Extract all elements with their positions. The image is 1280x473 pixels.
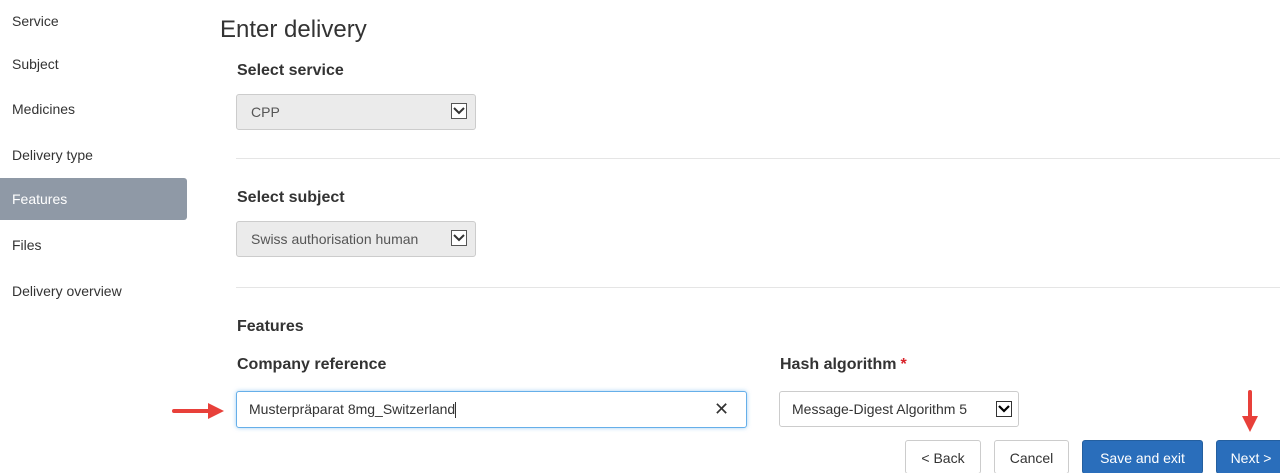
divider xyxy=(236,287,1280,288)
select-service-label: Select service xyxy=(237,62,344,79)
company-reference-value: Musterpräparat 8mg_Switzerland xyxy=(249,401,456,417)
service-select[interactable]: CPP xyxy=(236,94,476,130)
red-arrow-icon xyxy=(1242,390,1258,432)
chevron-down-icon xyxy=(451,230,467,246)
features-heading: Features xyxy=(237,318,304,335)
chevron-down-icon xyxy=(451,103,467,119)
sidebar-item-features[interactable]: Features xyxy=(0,178,187,220)
save-and-exit-button[interactable]: Save and exit xyxy=(1082,440,1203,473)
chevron-down-icon xyxy=(996,401,1012,417)
text-cursor xyxy=(455,402,457,419)
sidebar-item-medicines[interactable]: Medicines xyxy=(0,88,187,130)
sidebar-item-delivery-overview[interactable]: Delivery overview xyxy=(0,270,187,312)
company-reference-label: Company reference xyxy=(237,356,387,373)
select-subject-label: Select subject xyxy=(237,189,345,206)
hash-algorithm-label-text: Hash algorithm xyxy=(780,356,897,373)
hash-algorithm-select[interactable]: Message-Digest Algorithm 5 xyxy=(779,391,1019,427)
hash-algorithm-value: Message-Digest Algorithm 5 xyxy=(792,401,968,417)
page: Service Subject Medicines Delivery type … xyxy=(0,0,1280,473)
subject-select-value: Swiss authorisation human xyxy=(251,231,419,247)
sidebar-item-subject[interactable]: Subject xyxy=(0,43,187,85)
next-button[interactable]: Next > xyxy=(1216,440,1280,473)
sidebar-item-service[interactable]: Service xyxy=(0,0,187,42)
hash-algorithm-label: Hash algorithm * xyxy=(780,356,907,374)
required-mark: * xyxy=(900,356,907,373)
subject-select[interactable]: Swiss authorisation human xyxy=(236,221,476,257)
close-icon[interactable]: ✕ xyxy=(714,399,729,419)
red-arrow-icon xyxy=(172,403,224,419)
service-select-value: CPP xyxy=(251,104,280,120)
company-reference-input[interactable]: Musterpräparat 8mg_Switzerland xyxy=(236,391,747,428)
page-title: Enter delivery xyxy=(220,16,367,43)
back-button[interactable]: < Back xyxy=(905,440,981,473)
cancel-button[interactable]: Cancel xyxy=(994,440,1069,473)
divider xyxy=(236,158,1280,159)
sidebar-item-delivery-type[interactable]: Delivery type xyxy=(0,134,187,176)
sidebar-item-files[interactable]: Files xyxy=(0,224,187,266)
